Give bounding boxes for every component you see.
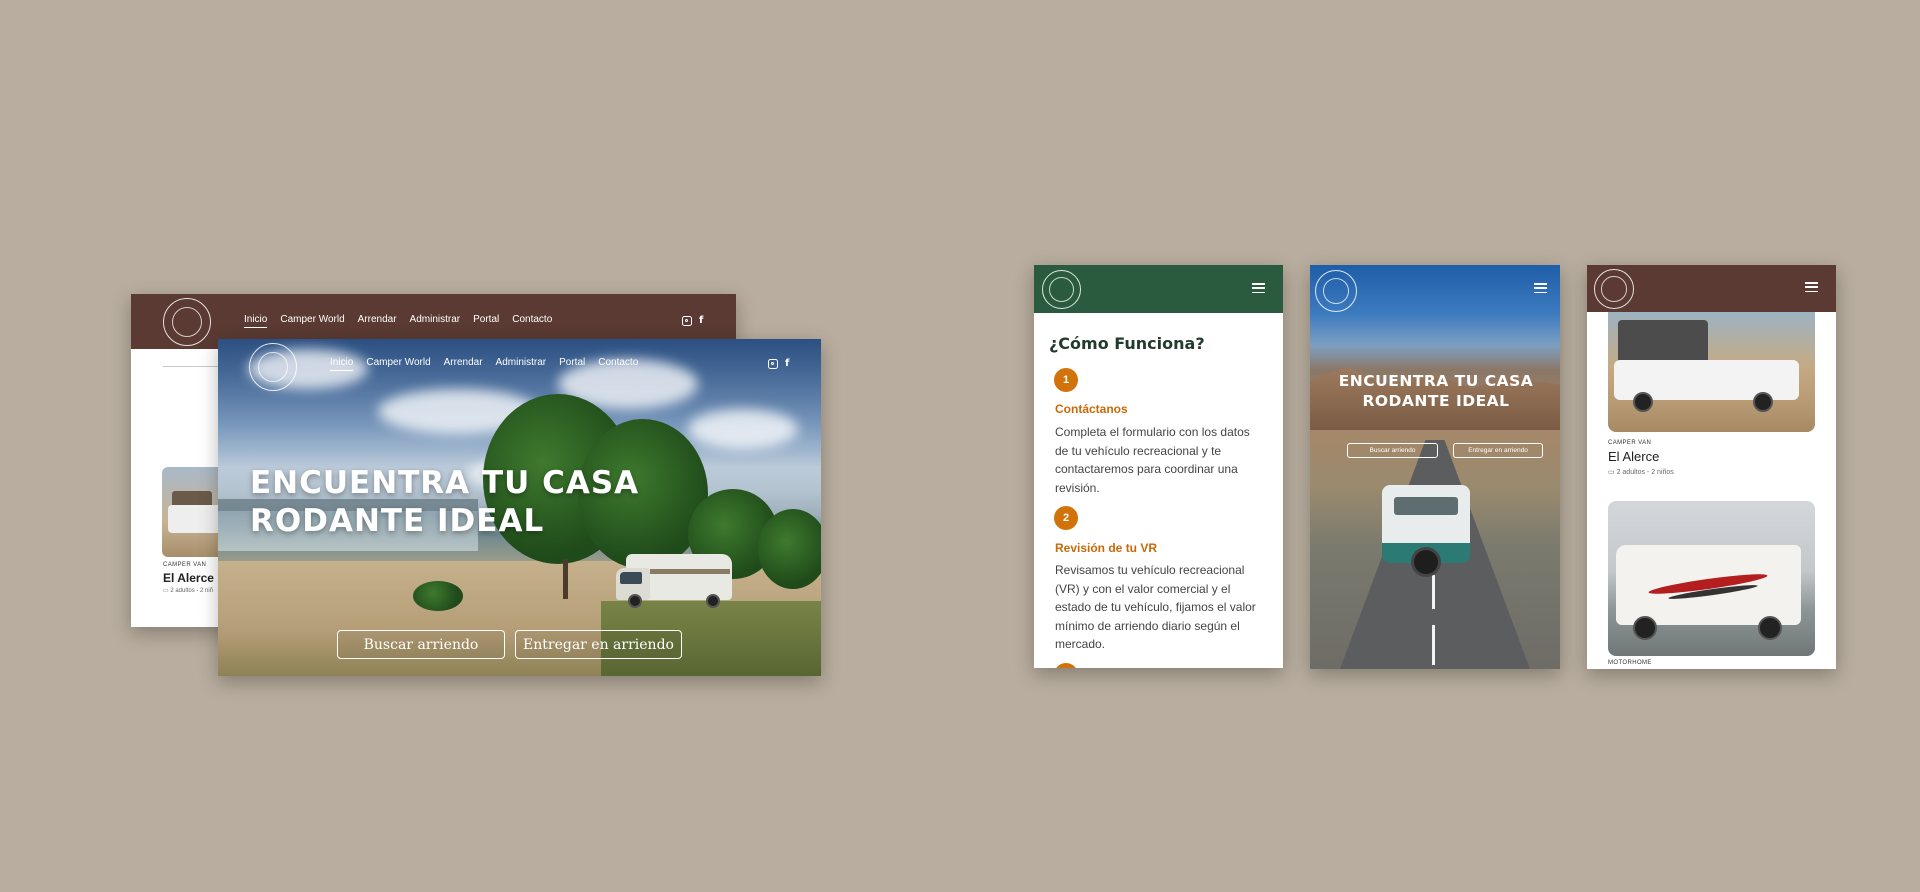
wheel: [1633, 392, 1653, 412]
instagram-icon[interactable]: [682, 316, 692, 326]
facebook-icon[interactable]: f: [699, 316, 703, 326]
listing-title[interactable]: El Alerce: [163, 571, 214, 585]
deliver-rental-button[interactable]: Entregar en arriendo: [515, 630, 682, 659]
wheel: [706, 594, 720, 608]
hamburger-icon[interactable]: [1252, 283, 1265, 293]
bush: [413, 581, 463, 611]
nav-item-contacto[interactable]: Contacto: [512, 314, 552, 328]
camper-windshield: [620, 572, 642, 584]
step-number: 1: [1054, 368, 1078, 392]
tree-trunk: [563, 559, 568, 599]
cloud: [688, 409, 798, 449]
listing-category: MOTORHOME: [1608, 660, 1652, 666]
tree: [758, 509, 821, 589]
mobile-mockup-how-it-works: ¿Cómo Funciona? 1 Contáctanos Completa e…: [1034, 265, 1283, 668]
road-line: [1432, 575, 1435, 609]
camper-world-logo[interactable]: [163, 298, 211, 346]
listing-image[interactable]: [1608, 501, 1815, 656]
main-nav: Inicio Camper World Arrendar Administrar…: [330, 357, 638, 371]
nav-item-arrendar[interactable]: Arrendar: [358, 314, 397, 328]
nav-item-camper-world[interactable]: Camper World: [280, 314, 344, 328]
spare-tire: [1411, 547, 1441, 577]
step-title: Revisión de tu VR: [1055, 541, 1158, 555]
nav-item-administrar[interactable]: Administrar: [410, 314, 461, 328]
listing-title[interactable]: El Alerce: [1608, 449, 1659, 464]
search-rental-button[interactable]: Buscar arriendo: [337, 630, 505, 659]
section-title: ¿Cómo Funciona?: [1049, 334, 1205, 353]
camper-world-logo[interactable]: [1042, 270, 1081, 309]
nav-item-inicio[interactable]: Inicio: [244, 314, 268, 328]
step-title: Contáctanos: [1055, 402, 1128, 416]
camper-window: [1394, 497, 1458, 515]
instagram-icon[interactable]: [768, 359, 778, 369]
nav-item-contacto[interactable]: Contacto: [598, 357, 638, 371]
step-number-partial: [1054, 663, 1078, 668]
deliver-rental-button[interactable]: Entregar en arriendo: [1453, 443, 1543, 458]
main-nav: Inicio Camper World Arrendar Administrar…: [244, 314, 552, 328]
listing-category: CAMPER VAN: [163, 562, 207, 568]
camper-world-logo[interactable]: [1315, 270, 1357, 312]
nav-item-portal[interactable]: Portal: [473, 314, 499, 328]
facebook-icon[interactable]: f: [785, 359, 789, 369]
nav-item-inicio[interactable]: Inicio: [330, 357, 354, 371]
listing-details-text: 2 adultos - 2 niños: [1616, 469, 1674, 476]
listing-details: ▭ 2 adultos - 2 niñ: [163, 587, 213, 594]
nav-item-arrendar[interactable]: Arrendar: [444, 357, 483, 371]
wheel: [1753, 392, 1773, 412]
step-text: Completa el formulario con los datos de …: [1055, 425, 1250, 495]
nav-item-portal[interactable]: Portal: [559, 357, 585, 371]
wheel: [628, 594, 642, 608]
road-line: [1432, 625, 1435, 665]
step-number: 2: [1054, 506, 1078, 530]
mobile-header: [1034, 265, 1283, 313]
bed-icon: ▭: [1608, 469, 1615, 476]
hamburger-icon[interactable]: [1534, 283, 1547, 293]
wheel: [1633, 616, 1657, 640]
camper-world-logo[interactable]: [1594, 269, 1634, 309]
listing-details: ▭ 2 adultos - 2 niños: [1608, 468, 1674, 476]
social-links: f: [682, 316, 703, 326]
nav-item-administrar[interactable]: Administrar: [496, 357, 547, 371]
step-text: Revisamos tu vehículo recreacional (VR) …: [1055, 563, 1256, 651]
mobile-mockup-hero: ENCUENTRA TU CASA RODANTE IDEAL Buscar a…: [1310, 265, 1560, 669]
hero-title: ENCUENTRA TU CASA RODANTE IDEAL: [1338, 372, 1534, 410]
listing-details-text: 2 adultos - 2 niñ: [170, 588, 214, 594]
search-rental-button[interactable]: Buscar arriendo: [1347, 443, 1438, 458]
desktop-mockup-front: Inicio Camper World Arrendar Administrar…: [218, 339, 821, 676]
hamburger-icon[interactable]: [1805, 282, 1818, 292]
listing-category: CAMPER VAN: [1608, 440, 1652, 446]
social-links: f: [768, 359, 789, 369]
wheel: [1758, 616, 1782, 640]
camper-stripe: [650, 569, 730, 574]
mobile-mockup-listing: CAMPER VAN El Alerce ▭ 2 adultos - 2 niñ…: [1587, 265, 1836, 669]
nav-item-camper-world[interactable]: Camper World: [366, 357, 430, 371]
bed-icon: ▭: [163, 588, 169, 594]
mobile-header: [1587, 265, 1836, 312]
hero-title: ENCUENTRA TU CASA RODANTE IDEAL: [250, 465, 640, 539]
listing-image[interactable]: [1608, 312, 1815, 432]
camper-world-logo[interactable]: [249, 343, 297, 391]
